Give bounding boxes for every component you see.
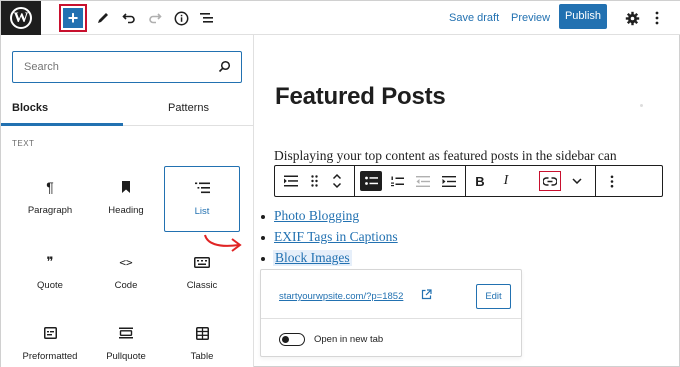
table-icon bbox=[195, 325, 209, 341]
block-label: Heading bbox=[108, 205, 144, 216]
block-label: Paragraph bbox=[27, 205, 73, 216]
annotation-arrow-icon bbox=[204, 234, 242, 252]
more-vertical-icon[interactable] bbox=[601, 166, 623, 196]
undo-icon[interactable] bbox=[119, 1, 139, 35]
link-url[interactable]: startyourwpsite.com/?p=1852 bbox=[279, 291, 403, 302]
search-input[interactable] bbox=[13, 52, 213, 81]
bookmark-icon bbox=[121, 179, 131, 195]
drag-handle-icon[interactable] bbox=[304, 166, 324, 196]
block-search bbox=[12, 51, 242, 83]
plus-icon: + bbox=[63, 8, 83, 28]
bullet bbox=[261, 215, 265, 219]
paragraph-icon: ¶ bbox=[46, 179, 54, 195]
list-view-icon[interactable] bbox=[197, 1, 217, 35]
block-label: List bbox=[194, 206, 210, 217]
pullquote-icon bbox=[119, 325, 133, 341]
info-icon[interactable] bbox=[171, 1, 191, 35]
block-item-quote[interactable]: ❞ Quote bbox=[12, 241, 88, 307]
bullet bbox=[261, 257, 265, 261]
outdent-icon[interactable] bbox=[412, 166, 434, 196]
quote-icon: ❞ bbox=[46, 254, 54, 269]
list-item-link[interactable]: Photo Blogging bbox=[274, 208, 359, 224]
block-label: Quote bbox=[37, 280, 63, 291]
external-link-icon bbox=[421, 289, 432, 300]
publish-button[interactable]: Publish bbox=[559, 4, 607, 29]
toolbar-separator bbox=[465, 166, 466, 196]
block-label: Code bbox=[114, 280, 138, 291]
block-label: Pullquote bbox=[106, 351, 146, 362]
edit-link-button[interactable]: Edit bbox=[476, 284, 511, 309]
block-label: Classic bbox=[186, 280, 218, 291]
wordpress-logo-button[interactable]: W bbox=[1, 1, 41, 35]
list-item-link[interactable]: Block Images bbox=[273, 250, 352, 266]
editor-canvas: Featured Posts Displaying your top conte… bbox=[255, 35, 680, 367]
block-item-heading[interactable]: Heading bbox=[88, 166, 164, 232]
block-inserter-button[interactable]: + bbox=[59, 4, 87, 32]
top-toolbar: W + Save draft Preview Publish bbox=[1, 1, 680, 35]
block-item-preformatted[interactable]: Preformatted bbox=[12, 312, 88, 367]
toolbar-separator bbox=[354, 166, 355, 196]
divider bbox=[261, 318, 521, 319]
toolbar-separator bbox=[595, 166, 596, 196]
pencil-icon[interactable] bbox=[93, 1, 113, 35]
toggle-label: Open in new tab bbox=[314, 334, 384, 345]
link-popover: startyourwpsite.com/?p=1852 Edit Open in… bbox=[260, 269, 522, 357]
preview-button[interactable]: Preview bbox=[511, 1, 550, 35]
bullet bbox=[261, 236, 265, 240]
indent-icon[interactable] bbox=[438, 166, 460, 196]
post-title[interactable]: Featured Posts bbox=[275, 83, 446, 111]
block-label: Preformatted bbox=[22, 351, 78, 362]
more-vertical-icon[interactable] bbox=[649, 1, 665, 35]
search-icon bbox=[218, 60, 231, 73]
editor-window: W + Save draft Preview Publish Search Bl… bbox=[0, 0, 680, 367]
tab-blocks[interactable]: Blocks bbox=[1, 93, 123, 126]
section-label-text: TEXT bbox=[12, 139, 35, 148]
preformatted-icon bbox=[43, 325, 57, 341]
open-in-new-tab-toggle[interactable] bbox=[279, 333, 305, 346]
block-item-paragraph[interactable]: ¶ Paragraph bbox=[12, 166, 88, 232]
block-item-pullquote[interactable]: Pullquote bbox=[88, 312, 164, 367]
canvas-marker bbox=[640, 104, 643, 107]
wordpress-logo-icon: W bbox=[10, 7, 32, 29]
move-up-down-icon[interactable] bbox=[326, 166, 348, 196]
unordered-list-icon[interactable] bbox=[360, 166, 382, 196]
block-item-table[interactable]: Table bbox=[164, 312, 240, 367]
list-icon bbox=[194, 180, 210, 196]
save-draft-button[interactable]: Save draft bbox=[449, 1, 499, 35]
block-item-list[interactable]: List bbox=[164, 166, 240, 232]
align-icon[interactable] bbox=[279, 166, 303, 196]
link-icon[interactable] bbox=[539, 166, 561, 196]
block-inserter-panel: Blocks Patterns TEXT ¶ Paragraph Heading… bbox=[1, 35, 254, 367]
block-label: Table bbox=[190, 351, 214, 362]
tab-patterns[interactable]: Patterns bbox=[123, 93, 254, 126]
block-item-code[interactable]: <> Code bbox=[88, 241, 164, 307]
italic-icon[interactable]: I bbox=[494, 166, 518, 196]
gear-icon[interactable] bbox=[622, 1, 642, 35]
code-icon: <> bbox=[119, 255, 133, 269]
inserter-tabs: Blocks Patterns bbox=[1, 93, 254, 126]
toggle-knob bbox=[282, 335, 289, 343]
ordered-list-icon[interactable] bbox=[386, 166, 408, 196]
bold-icon[interactable]: B bbox=[468, 166, 492, 196]
block-toolbar: B I bbox=[274, 165, 663, 197]
paragraph-block[interactable]: Displaying your top content as featured … bbox=[274, 148, 617, 164]
list-item-link[interactable]: EXIF Tags in Captions bbox=[274, 229, 398, 245]
redo-icon[interactable] bbox=[145, 1, 165, 35]
chevron-down-icon[interactable] bbox=[566, 166, 588, 196]
